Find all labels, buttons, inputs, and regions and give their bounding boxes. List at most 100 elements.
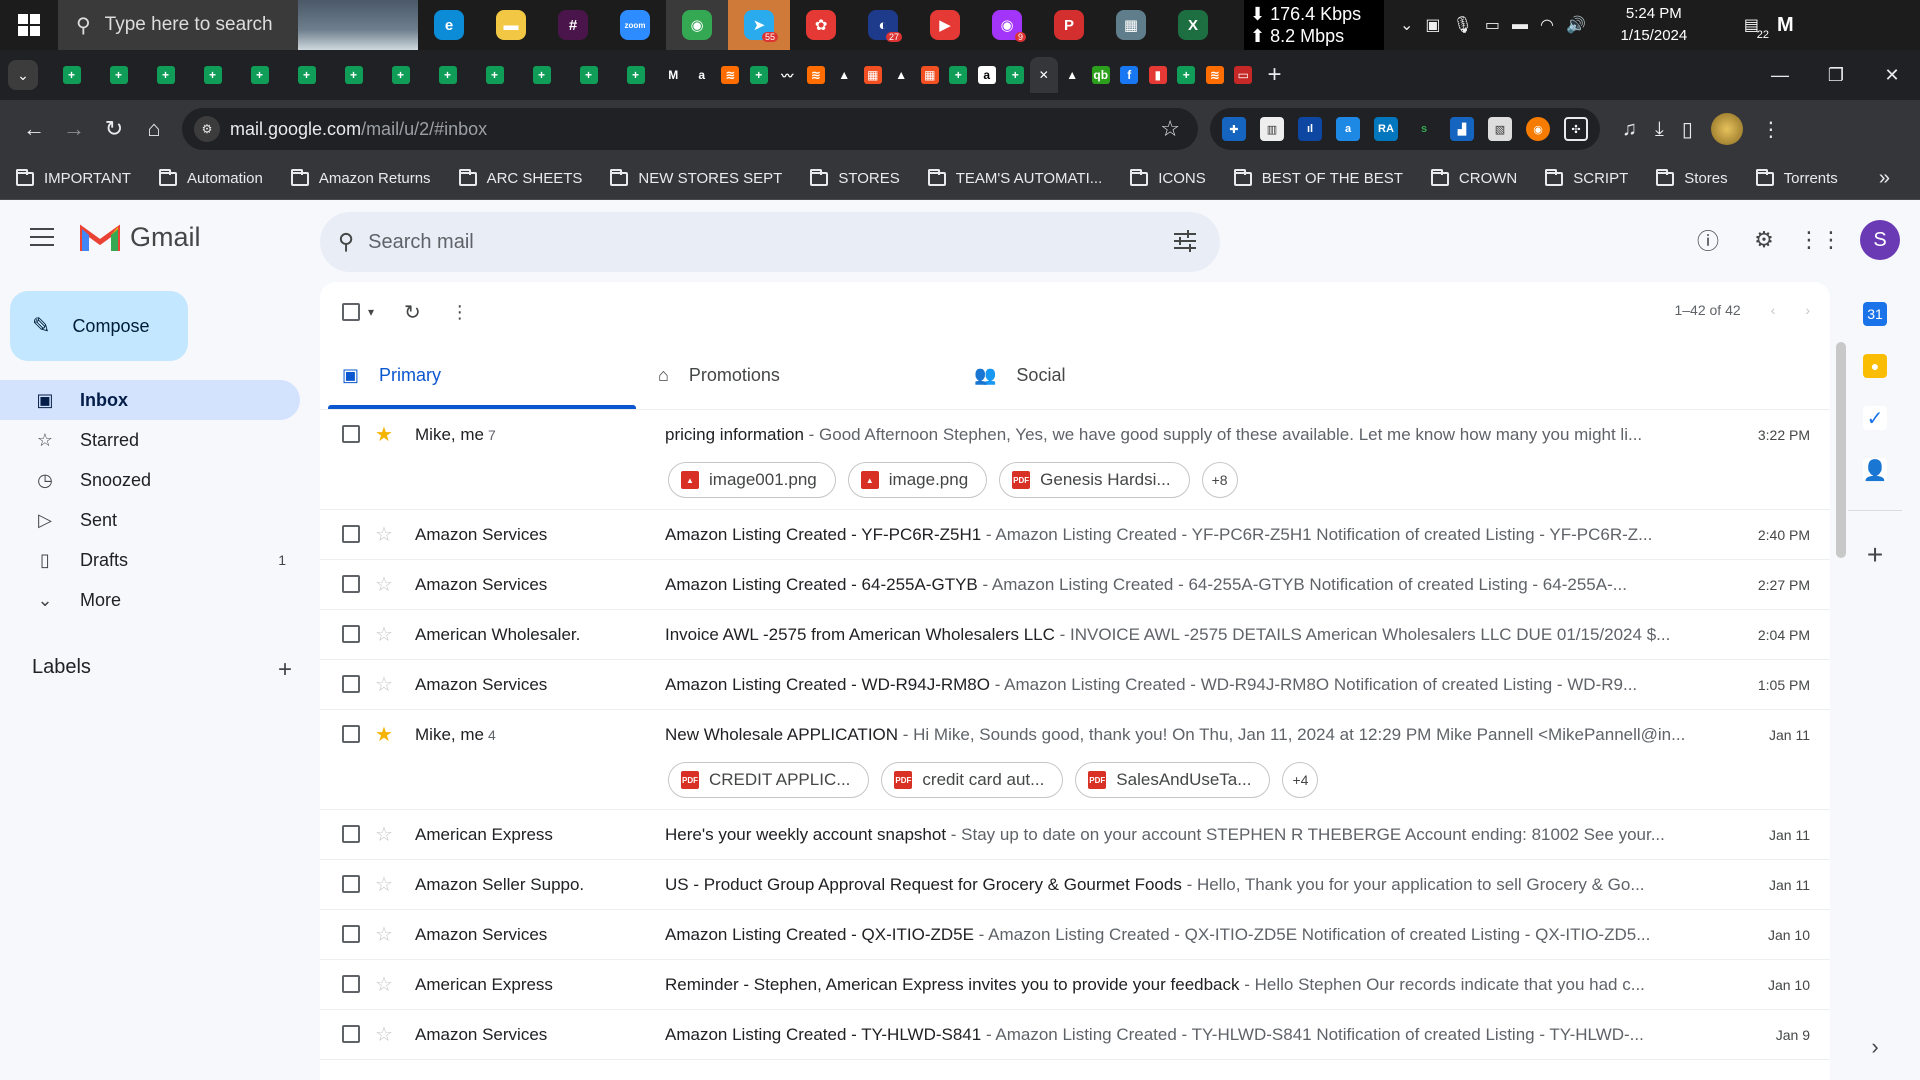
mail-row[interactable]: ☆ Amazon Services Amazon Listing Created -… (320, 560, 1830, 610)
row-checkbox[interactable] (342, 575, 360, 593)
bookmarks-overflow-icon[interactable]: » (1879, 167, 1890, 190)
taskbar-app-app-blue[interactable]: ◐ 27 (852, 0, 914, 50)
star-icon[interactable]: ☆ (375, 922, 393, 947)
row-checkbox[interactable] (342, 675, 360, 693)
bookmark-folder[interactable]: Torrents (1755, 168, 1838, 187)
next-page-icon[interactable]: › (1805, 302, 1810, 318)
wifi-icon[interactable]: ◠ (1540, 15, 1554, 35)
bookmark-folder[interactable]: TEAM'S AUTOMATI... (927, 168, 1102, 187)
download-icon[interactable]: ⤓ (1655, 118, 1664, 141)
home-button[interactable]: ⌂ (134, 109, 174, 149)
notifications-icon[interactable]: ▤ 22 (1744, 15, 1769, 41)
extension-6-icon[interactable]: s (1412, 117, 1436, 141)
star-icon[interactable]: ☆ (375, 522, 393, 547)
tab-primary[interactable]: ▣ Primary (320, 342, 636, 409)
m-app-icon[interactable]: M (1777, 14, 1794, 37)
browser-tab-zapier[interactable]: ≋ (802, 57, 831, 93)
back-button[interactable]: ← (14, 109, 54, 149)
browser-tab-sheets[interactable]: + (471, 57, 518, 93)
browser-tab-amazon[interactable]: a (973, 57, 1002, 93)
calendar-icon[interactable]: 31 (1863, 302, 1887, 326)
hide-side-panel-icon[interactable]: › (1871, 1034, 1878, 1060)
site-info-icon[interactable]: ⚙ (194, 116, 220, 142)
browser-tab-sheets[interactable]: + (95, 57, 142, 93)
mail-row[interactable]: ☆ American Express Here's your weekly acco… (320, 810, 1830, 860)
browser-menu-icon[interactable]: ⋮ (1761, 117, 1781, 142)
chevron-up-icon[interactable]: ⌄ (1400, 15, 1413, 35)
extension-5-icon[interactable]: RA (1374, 117, 1398, 141)
browser-tab-windows[interactable]: ▦ (859, 57, 888, 93)
battery-icon[interactable]: ▬ (1512, 16, 1528, 34)
browser-tab-sheets[interactable]: + (48, 57, 95, 93)
select-all-checkbox[interactable] (342, 303, 360, 321)
browser-tab-drive[interactable]: ▲ (830, 57, 859, 93)
taskbar-app-zoom[interactable]: zoom (604, 0, 666, 50)
mail-row[interactable]: ☆ Amazon Services Amazon Listing Created -… (320, 510, 1830, 560)
browser-tab-quickbooks[interactable]: qb (1087, 57, 1116, 93)
star-icon[interactable]: ★ (375, 422, 393, 447)
taskbar-app-app-red[interactable]: ✿ (790, 0, 852, 50)
prev-page-icon[interactable]: ‹ (1771, 302, 1776, 318)
forward-button[interactable]: → (54, 109, 94, 149)
attachment-chip[interactable]: PDF Genesis Hardsi... (999, 462, 1190, 498)
mail-row[interactable]: ★ Mike, me 4 New Wholesale APPLICATION - Hi… (320, 710, 1830, 810)
browser-tab-sheets[interactable]: + (565, 57, 612, 93)
taskbar-app-chrome[interactable]: ◉ (666, 0, 728, 50)
restore-icon[interactable]: ❐ (1808, 50, 1864, 100)
reload-button[interactable]: ↻ (94, 109, 134, 149)
taskbar-app-file-explorer[interactable]: ▬ (480, 0, 542, 50)
extension-2-icon[interactable]: ▥ (1260, 117, 1284, 141)
browser-tab-red-app[interactable]: ▭ (1229, 57, 1258, 93)
extension-7-icon[interactable]: ▟ (1450, 117, 1474, 141)
browser-tab-sheets[interactable]: + (518, 57, 565, 93)
help-icon[interactable]: ⓘ (1692, 224, 1724, 256)
tab-search-button[interactable]: ⌄ (8, 60, 38, 90)
browser-tab-red-app[interactable]: ▮ (1144, 57, 1173, 93)
star-icon[interactable]: ☆ (375, 672, 393, 697)
search-mail-input[interactable]: ⚲ Search mail (320, 212, 1220, 272)
account-avatar[interactable]: S (1860, 220, 1900, 260)
mail-row[interactable]: ☆ American Wholesaler. Invoice AWL -2575 f… (320, 610, 1830, 660)
browser-tab-sheets[interactable]: + (612, 57, 659, 93)
media-control-icon[interactable]: ♫ (1622, 118, 1637, 141)
main-menu-icon[interactable] (30, 228, 54, 246)
browser-tab-sheets[interactable]: + (377, 57, 424, 93)
row-checkbox[interactable] (342, 425, 360, 443)
google-apps-icon[interactable]: ⋮⋮ (1798, 224, 1842, 256)
browser-tab-sheets[interactable]: + (1001, 57, 1030, 93)
attachment-chip[interactable]: PDF SalesAndUseTa... (1075, 762, 1271, 798)
attachment-chip[interactable]: ▲ image001.png (668, 462, 836, 498)
browser-tab-facebook[interactable]: f (1115, 57, 1144, 93)
browser-tab-chart[interactable]: 〰 (773, 57, 802, 93)
nav-item-starred[interactable]: ☆ Starred (0, 420, 300, 460)
star-icon[interactable]: ☆ (375, 1022, 393, 1047)
gmail-logo[interactable]: Gmail (80, 222, 201, 253)
extension-8-icon[interactable]: ▧ (1488, 117, 1512, 141)
row-checkbox[interactable] (342, 525, 360, 543)
tab-promotions[interactable]: ⌂ Promotions (636, 342, 952, 409)
volume-icon[interactable]: 🔊 (1566, 15, 1586, 35)
mail-row[interactable]: ☆ American Express Reminder - Stephen, Ame… (320, 960, 1830, 1010)
browser-tab-drive[interactable]: ▲ (887, 57, 916, 93)
attachment-chip[interactable]: PDF credit card aut... (881, 762, 1064, 798)
star-icon[interactable]: ☆ (375, 822, 393, 847)
extension-3-icon[interactable]: ıl (1298, 117, 1322, 141)
browser-tab-windows[interactable]: ▦ (916, 57, 945, 93)
row-checkbox[interactable] (342, 975, 360, 993)
new-tab-button[interactable]: + (1268, 61, 1282, 89)
taskbar-app-calculator[interactable]: ▦ (1100, 0, 1162, 50)
taskbar-search[interactable]: ⚲ Type here to search (58, 0, 418, 50)
browser-tab-sheets[interactable]: + (142, 57, 189, 93)
taskbar-app-telegram[interactable]: ➤ 55 (728, 0, 790, 50)
browser-tab-amazon[interactable]: a (688, 57, 717, 93)
row-checkbox[interactable] (342, 1025, 360, 1043)
bookmark-folder[interactable]: STORES (810, 168, 900, 187)
search-options-icon[interactable] (1172, 228, 1198, 254)
browser-tab-zapier[interactable]: ≋ (716, 57, 745, 93)
minimize-icon[interactable]: — (1752, 50, 1808, 100)
row-checkbox[interactable] (342, 725, 360, 743)
compose-button[interactable]: ✎ Compose (10, 291, 188, 361)
url-field[interactable]: ⚙ mail.google.com/mail/u/2/#inbox ☆ (182, 108, 1198, 150)
attachment-chip[interactable]: ▲ image.png (847, 462, 988, 498)
mail-row[interactable]: ☆ Amazon Services Amazon Listing Created -… (320, 1010, 1830, 1060)
